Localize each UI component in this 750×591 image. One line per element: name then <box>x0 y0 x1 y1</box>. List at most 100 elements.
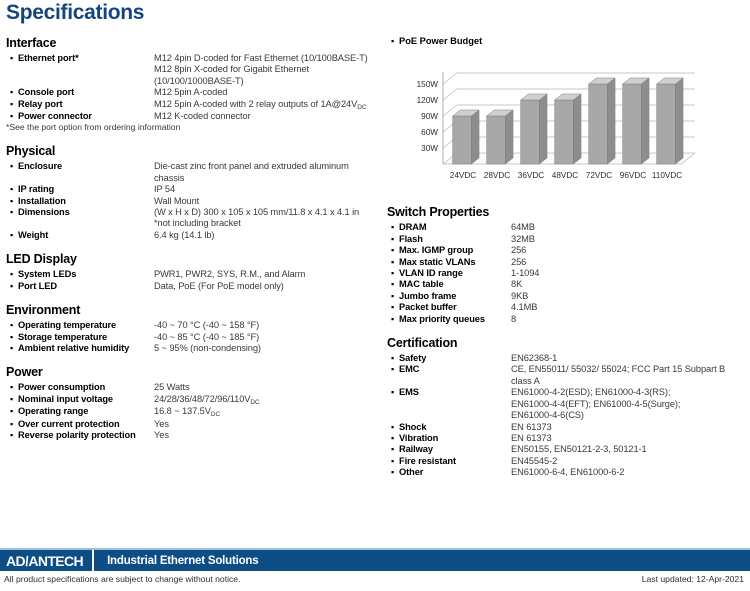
chart-bar <box>587 77 616 165</box>
bullet-icon <box>6 430 18 441</box>
spec-label: Flash <box>399 233 423 244</box>
spec-label: EMS <box>399 387 419 398</box>
bullet-icon <box>387 245 399 256</box>
bullet-icon <box>387 314 399 325</box>
spec-value: 6.4 kg (14.1 lb) <box>154 229 215 240</box>
spec-label: MAC table <box>399 279 444 290</box>
logo-text-post: ANTECH <box>28 552 84 569</box>
spec-label: Max static VLANs <box>399 256 476 267</box>
bullet-icon <box>6 320 18 331</box>
spec-label: Jumbo frame <box>399 290 457 301</box>
section-title: Power <box>6 365 43 380</box>
bullet-icon <box>387 291 399 302</box>
spec-value: Die-cast zinc front panel and extruded a… <box>154 161 349 183</box>
spec-value: 9KB <box>511 290 529 301</box>
bullet-icon <box>387 467 399 478</box>
spec-label: Storage temperature <box>18 331 108 342</box>
bullet-icon <box>387 422 399 433</box>
chart-bar-front <box>554 100 574 165</box>
spec-label: VLAN ID range <box>399 268 463 279</box>
bullet-icon <box>6 99 18 110</box>
spec-rows: Safety EN62368-1 EMC CE, EN55011/ 55032/ 55… <box>387 353 747 478</box>
spec-row: EMS EN61000-4-2(ESD); EN61000-4-3(RS);EN6… <box>387 387 747 421</box>
poe-power-budget-chart: 30W 60W 90W 120W 150W 24VDC 28VDC 36VDC 48VDC 72V… <box>401 49 701 195</box>
spec-value: 8 <box>511 313 517 324</box>
bullet-icon <box>6 184 18 195</box>
chart-ytick-label: 90W <box>421 112 438 121</box>
chart-xtick-label: 96VDC <box>620 171 646 180</box>
bullet-icon <box>6 230 18 241</box>
chart-ytick-label: 150W <box>417 80 439 89</box>
spec-label: Ambient relative humidity <box>18 342 130 353</box>
spec-label: Railway <box>399 444 433 455</box>
bullet-icon <box>387 353 399 364</box>
spec-value: Yes <box>154 429 169 440</box>
spec-row: Operating range 16.8 ~ 137.5VDC <box>6 406 381 418</box>
spec-rows: Enclosure Die-cast zinc front panel and e… <box>6 161 381 241</box>
spec-row: Max static VLANs 256 <box>387 257 747 268</box>
spec-rows: Operating temperature -40 ~ 70 °C (-40 ~ … <box>6 320 381 354</box>
spec-value: Data, PoE (For PoE model only) <box>154 280 284 291</box>
spec-row: Dimensions (W x H x D) 300 x 105 x 105 mm… <box>6 207 381 230</box>
chart-bar-front <box>452 116 472 165</box>
bullet-icon <box>6 111 18 122</box>
spec-value: M12 5pin A-coded with 2 relay outputs of… <box>154 98 367 111</box>
spec-row: Over current protection Yes <box>6 419 381 430</box>
chart-bar-front <box>656 84 676 165</box>
chart-bar-side <box>675 77 684 165</box>
bullet-icon <box>387 234 399 245</box>
spec-value: 16.8 ~ 137.5VDC <box>154 406 221 419</box>
spec-label: Fire resistant <box>399 455 456 466</box>
advantech-logo: AD\ANTECH <box>0 553 92 569</box>
spec-value: 5 ~ 95% (non-condensing) <box>154 342 261 353</box>
chart-bar-side <box>539 93 548 165</box>
spec-row: Safety EN62368-1 <box>387 353 747 364</box>
spec-label: Reverse polarity protection <box>18 429 136 440</box>
bullet-icon <box>6 406 18 417</box>
chart-bar-side <box>505 109 514 165</box>
spec-value: EN 61373 <box>511 421 552 432</box>
spec-row: VLAN ID range 1-1094 <box>387 268 747 279</box>
spec-label: Operating temperature <box>18 320 117 331</box>
spec-row: Storage temperature -40 ~ 85 °C (-40 ~ 18… <box>6 332 381 343</box>
spec-value: 256 <box>511 245 527 256</box>
spec-label: Weight <box>18 229 49 240</box>
spec-value: EN61000-4-2(ESD); EN61000-4-3(RS); EN6100… <box>511 387 681 421</box>
chart-bar <box>451 109 480 165</box>
spec-label: Nominal input voltage <box>18 393 114 404</box>
chart-bar-front <box>486 116 506 165</box>
chart-xtick-label: 110VDC <box>652 171 682 180</box>
spec-value: EN 61373 <box>511 432 552 443</box>
bullet-icon <box>6 332 18 343</box>
bullet-icon <box>6 87 18 98</box>
spec-label: Shock <box>399 421 427 432</box>
chart-xtick-label: 72VDC <box>586 171 612 180</box>
chart-bar <box>553 93 582 165</box>
section-title: Physical <box>6 144 56 159</box>
spec-value: 25 Watts <box>154 382 190 393</box>
spec-row: Operating temperature -40 ~ 70 °C (-40 ~ … <box>6 320 381 331</box>
section-title: LED Display <box>6 252 77 267</box>
spec-label: System LEDs <box>18 269 77 280</box>
spec-row: Vibration EN 61373 <box>387 433 747 444</box>
spec-rows: Power consumption25 WattsNominal input v… <box>6 382 381 441</box>
spec-value: -40 ~ 85 °C (-40 ~ 185 °F) <box>154 331 260 342</box>
chart-bar <box>519 93 548 165</box>
section-title: Switch Properties <box>387 205 490 220</box>
spec-row: Reverse polarity protection Yes <box>6 430 381 441</box>
spec-row: Power connector M12 K-coded connector <box>6 111 381 122</box>
bullet-icon <box>387 257 399 268</box>
bullet-icon <box>387 444 399 455</box>
spec-row: Packet buffer 4.1MB <box>387 302 747 313</box>
section-title: Interface <box>6 36 57 50</box>
chart-bar-side <box>641 77 650 165</box>
spec-row: EMC CE, EN55011/ 55032/ 55024; FCC Part 1… <box>387 364 747 387</box>
chart-bar-side <box>607 77 616 165</box>
bullet-icon <box>387 387 399 398</box>
spec-row: Jumbo frame 9KB <box>387 291 747 302</box>
spec-value: M12 K-coded connector <box>154 111 251 122</box>
section-environment: Environment Operating temperature -40 ~ 70… <box>6 303 381 354</box>
chart-ytick-label: 60W <box>421 128 438 137</box>
logo-text-pre: AD <box>6 552 26 569</box>
section-footnote: *See the port option from ordering infor… <box>6 122 181 133</box>
